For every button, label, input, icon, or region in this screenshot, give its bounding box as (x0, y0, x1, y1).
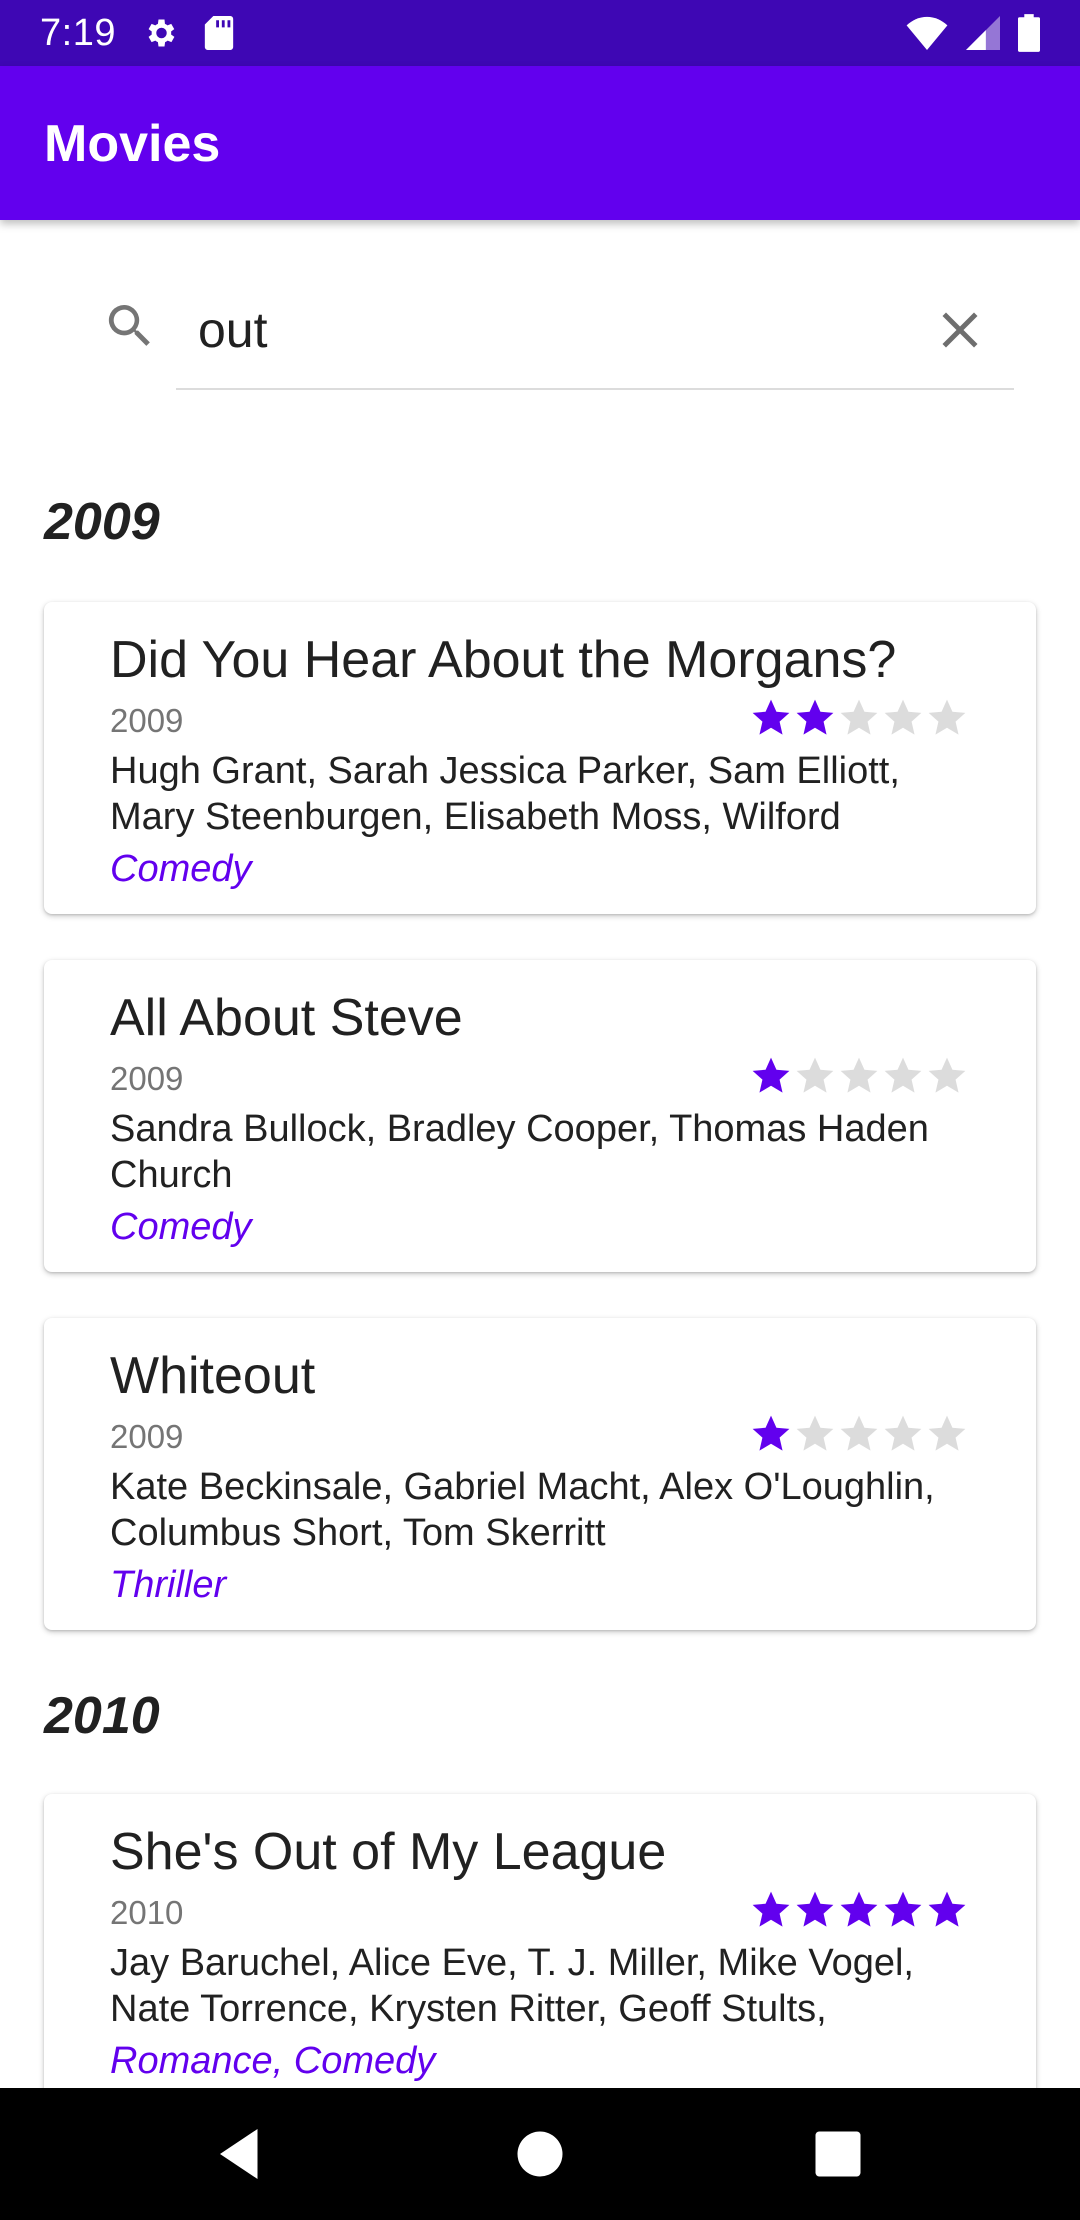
sd-card-icon (204, 16, 234, 50)
rating-stars (750, 1413, 968, 1455)
movie-cast: Sandra Bullock, Bradley Cooper, Thomas H… (110, 1108, 929, 1196)
search-input[interactable] (176, 272, 1014, 390)
star-filled-icon (752, 1057, 790, 1093)
navigation-bar (0, 2088, 1080, 2220)
movie-genre: Romance, Comedy (110, 2040, 436, 2082)
movie-title: Whiteout (110, 1347, 316, 1405)
movie-title: Did You Hear About the Morgans? (110, 631, 897, 689)
movie-cast: Hugh Grant, Sarah Jessica Parker, Sam El… (110, 750, 900, 838)
movie-year: 2009 (110, 1060, 184, 1097)
star-empty-icon (840, 1415, 878, 1451)
app-bar: Movies (0, 66, 1080, 220)
recents-icon[interactable] (808, 2124, 868, 2184)
status-bar: 7:19 (0, 0, 1080, 66)
star-filled-icon (928, 1891, 966, 1927)
star-filled-icon (752, 1891, 790, 1927)
star-empty-icon (928, 699, 966, 735)
wifi-icon (906, 16, 948, 50)
star-filled-icon (796, 699, 834, 735)
movie-cast: Kate Beckinsale, Gabriel Macht, Alex O'L… (110, 1466, 935, 1554)
star-empty-icon (796, 1415, 834, 1451)
star-filled-icon (752, 1415, 790, 1451)
settings-icon (148, 19, 175, 47)
movie-year: 2009 (110, 1418, 184, 1455)
star-empty-icon (928, 1057, 966, 1093)
star-empty-icon (928, 1415, 966, 1451)
search-icon (108, 305, 150, 346)
movie-genre: Comedy (110, 848, 252, 890)
year-header: 2009 (44, 493, 160, 551)
movie-list[interactable]: 2009 Did You Hear About the Morgans? 200… (0, 396, 1080, 2088)
back-icon[interactable] (210, 2124, 270, 2184)
star-empty-icon (796, 1057, 834, 1093)
movie-card[interactable]: She's Out of My League 2010 Jay Baruchel… (44, 1794, 1036, 2088)
star-empty-icon (840, 699, 878, 735)
year-header: 2010 (44, 1687, 160, 1745)
movie-genre: Comedy (110, 1206, 252, 1248)
app-title: Movies (44, 115, 221, 173)
star-filled-icon (796, 1891, 834, 1927)
close-icon[interactable] (930, 300, 990, 360)
movie-year: 2010 (110, 1894, 184, 1931)
movie-cast: Jay Baruchel, Alice Eve, T. J. Miller, M… (110, 1942, 914, 2030)
movie-title: She's Out of My League (110, 1823, 667, 1881)
movie-card[interactable]: Did You Hear About the Morgans? 2009 Hug… (44, 602, 1036, 914)
star-empty-icon (884, 699, 922, 735)
star-empty-icon (884, 1057, 922, 1093)
home-icon[interactable] (510, 2124, 570, 2184)
star-empty-icon (884, 1415, 922, 1451)
star-empty-icon (840, 1057, 878, 1093)
movie-title: All About Steve (110, 989, 463, 1047)
movie-year: 2009 (110, 702, 184, 739)
rating-stars (750, 1055, 968, 1097)
star-filled-icon (884, 1891, 922, 1927)
star-filled-icon (840, 1891, 878, 1927)
movie-card[interactable]: Whiteout 2009 Kate Beckinsale, Gabriel M… (44, 1318, 1036, 1630)
movie-genre: Thriller (110, 1564, 227, 1606)
rating-stars (750, 1889, 968, 1931)
status-time: 7:19 (40, 11, 116, 54)
star-filled-icon (752, 699, 790, 735)
movie-card[interactable]: All About Steve 2009 Sandra Bullock, Bra… (44, 960, 1036, 1272)
rating-stars (750, 697, 968, 739)
search-bar (0, 272, 1080, 396)
battery-icon (1018, 14, 1040, 52)
signal-icon (966, 16, 1000, 50)
